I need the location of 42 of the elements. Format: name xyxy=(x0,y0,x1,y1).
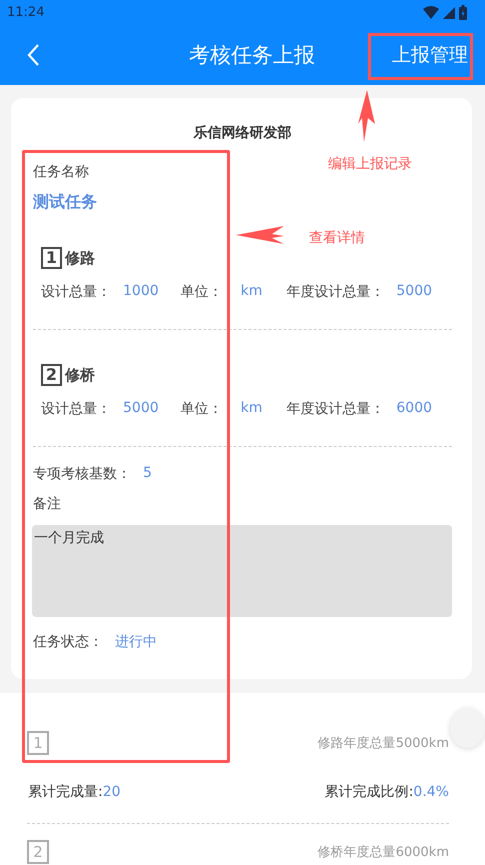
field-value: 6000 xyxy=(396,400,432,418)
annotation-label: 查看详情 xyxy=(309,229,365,247)
status-time: 11:24 xyxy=(7,5,44,20)
field-label: 设计总量： xyxy=(41,283,111,301)
field-label: 备注 xyxy=(33,495,61,513)
annual-total: 修路年度总量5000km xyxy=(318,735,449,752)
field-label: 单位： xyxy=(180,283,223,301)
field-value: 5 xyxy=(143,465,152,483)
arrow-icon xyxy=(236,226,284,244)
field-label: 年度设计总量： xyxy=(286,400,384,418)
field-label: 任务状态： xyxy=(33,633,103,651)
field-value: 5000 xyxy=(123,400,159,418)
item-title: 修路 xyxy=(65,248,95,268)
field-value: km xyxy=(240,400,262,418)
field-value: 1000 xyxy=(123,283,159,301)
page-title: 考核任务上报 xyxy=(189,42,315,69)
field-label: 年度设计总量： xyxy=(286,283,384,301)
battery-icon xyxy=(459,5,467,20)
field-value: 5000 xyxy=(396,283,432,301)
field-label: 任务名称 xyxy=(33,163,89,181)
number-tag: 1 xyxy=(27,731,49,755)
back-icon xyxy=(26,43,40,67)
item-title: 修桥 xyxy=(65,366,95,384)
arrow-icon xyxy=(358,90,375,142)
number-tag: 2 xyxy=(41,364,62,386)
annual-total: 修桥年度总量6000km xyxy=(318,844,449,861)
stat-text: 累计完成量:20 xyxy=(28,783,121,801)
wifi-icon xyxy=(423,6,439,19)
field-label: 设计总量： xyxy=(41,400,111,418)
task-name: 测试任务 xyxy=(33,192,97,213)
field-value: km xyxy=(240,283,262,301)
stat-text: 累计完成比例:0.4% xyxy=(324,783,449,801)
field-label: 专项考核基数： xyxy=(33,465,131,483)
number-tag: 1 xyxy=(41,247,62,269)
signal-icon xyxy=(443,6,455,19)
manage-button[interactable]: 上报管理 xyxy=(390,38,470,72)
status-value: 进行中 xyxy=(115,633,157,651)
annotation-label: 编辑上报记录 xyxy=(328,155,412,173)
remark-field[interactable]: 一个月完成 xyxy=(32,525,452,617)
number-tag: 2 xyxy=(27,840,49,864)
department-title: 乐信网络研发部 xyxy=(192,124,292,142)
field-label: 单位： xyxy=(180,400,223,418)
